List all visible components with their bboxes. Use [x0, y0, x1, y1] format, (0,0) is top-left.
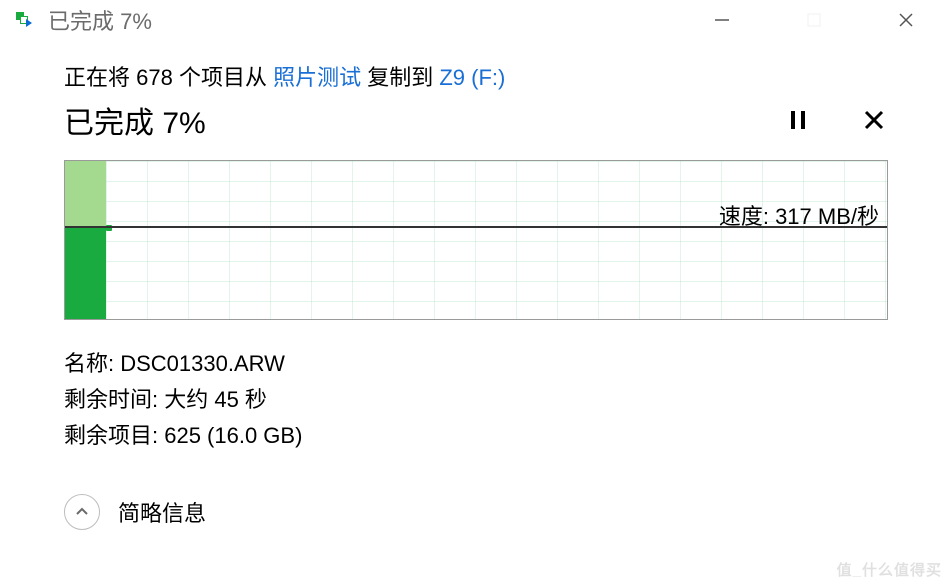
- progress-text: 已完成 7%: [64, 98, 206, 142]
- time-value: 大约 45 秒: [164, 387, 267, 412]
- watermark: 值_什么值得买: [837, 559, 942, 580]
- progress-label: 已完成: [64, 107, 162, 140]
- cancel-button[interactable]: [860, 106, 888, 134]
- desc-between: 复制到: [361, 65, 439, 90]
- minimize-button[interactable]: [676, 0, 768, 40]
- footer: 简略信息: [64, 494, 888, 530]
- desc-count: 678: [136, 65, 173, 90]
- items-label: 剩余项目:: [64, 423, 164, 448]
- speed-value: 317 MB/秒: [775, 204, 879, 229]
- operation-description: 正在将 678 个项目从 照片测试 复制到 Z9 (F:): [64, 60, 888, 92]
- speed-label-text: 速度:: [719, 204, 775, 229]
- desc-prefix: 正在将: [64, 65, 136, 90]
- source-link[interactable]: 照片测试: [273, 65, 361, 90]
- titlebar: 已完成 7%: [0, 0, 952, 40]
- items-value: 625 (16.0 GB): [164, 423, 302, 448]
- time-label: 剩余时间:: [64, 387, 164, 412]
- window-controls: [676, 0, 952, 40]
- progress-percent: 7%: [162, 107, 205, 140]
- chevron-up-icon: [74, 504, 90, 520]
- chart-lower-fill: [65, 227, 106, 320]
- destination-link[interactable]: Z9 (F:): [439, 65, 505, 90]
- name-value: DSC01330.ARW: [120, 351, 285, 376]
- progress-row: 已完成 7%: [64, 98, 888, 142]
- window-title: 已完成 7%: [48, 4, 152, 36]
- footer-label[interactable]: 简略信息: [118, 496, 206, 528]
- copy-progress-icon: [16, 12, 36, 28]
- speed-chart: 速度: 317 MB/秒: [64, 160, 888, 320]
- speed-label: 速度: 317 MB/秒: [719, 199, 879, 231]
- collapse-button[interactable]: [64, 494, 100, 530]
- desc-middle: 个项目从: [173, 65, 273, 90]
- pause-button[interactable]: [784, 106, 812, 134]
- chart-upper-fill: [65, 161, 106, 227]
- detail-items: 剩余项目: 625 (16.0 GB): [64, 418, 888, 454]
- maximize-button[interactable]: [768, 0, 860, 40]
- detail-name: 名称: DSC01330.ARW: [64, 346, 888, 382]
- detail-time: 剩余时间: 大约 45 秒: [64, 382, 888, 418]
- name-label: 名称:: [64, 351, 120, 376]
- dialog-content: 正在将 678 个项目从 照片测试 复制到 Z9 (F:) 已完成 7% 速度:…: [0, 40, 952, 530]
- details-block: 名称: DSC01330.ARW 剩余时间: 大约 45 秒 剩余项目: 625…: [64, 346, 888, 454]
- close-button[interactable]: [860, 0, 952, 40]
